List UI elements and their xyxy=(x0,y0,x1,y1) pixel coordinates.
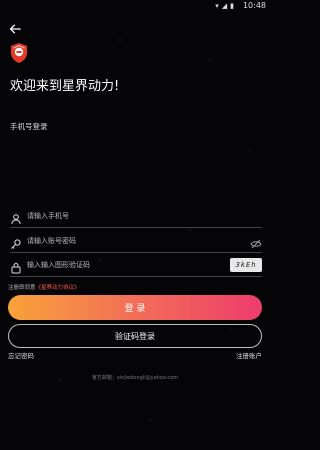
agreement-link[interactable]: 《星界动力协议》 xyxy=(36,285,80,291)
register-link[interactable]: 注册账户 xyxy=(236,350,262,360)
key-icon xyxy=(10,235,22,249)
status-icons: ▾ ◢ ▮ xyxy=(215,2,234,10)
battery-icon: ▮ xyxy=(230,2,234,10)
back-arrow-icon[interactable] xyxy=(8,21,22,35)
signal-icon: ◢ xyxy=(221,2,228,10)
password-input[interactable] xyxy=(27,237,250,245)
user-icon xyxy=(10,210,22,225)
agreement-prefix: 注册即同意 xyxy=(8,285,36,291)
captcha-field[interactable]: 3kEh xyxy=(10,254,262,277)
code-login-button[interactable]: 验证码登录 xyxy=(8,324,262,348)
official-email: 官方邮箱：xinjiedongli@yahoo.com xyxy=(91,375,179,381)
welcome-title: 欢迎来到星界动力! xyxy=(10,79,120,94)
app-logo xyxy=(9,42,29,64)
captcha-input[interactable] xyxy=(27,261,230,269)
shield-icon xyxy=(10,259,22,274)
agreement-text: 注册即同意《星界动力协议》 xyxy=(8,283,80,291)
password-field[interactable] xyxy=(10,230,262,253)
forgot-password-link[interactable]: 忘记密码 xyxy=(8,350,34,360)
eye-closed-icon[interactable] xyxy=(250,235,262,249)
status-bar: ▾ ◢ ▮ 10:48 xyxy=(0,0,270,14)
wifi-icon: ▾ xyxy=(215,2,219,10)
captcha-image[interactable]: 3kEh xyxy=(230,258,262,272)
login-button[interactable]: 登 录 xyxy=(8,295,262,320)
phone-input[interactable] xyxy=(27,212,262,220)
login-method-label: 手机号登录 xyxy=(10,122,48,131)
phone-field[interactable] xyxy=(10,205,262,228)
status-time: 10:48 xyxy=(242,1,266,10)
